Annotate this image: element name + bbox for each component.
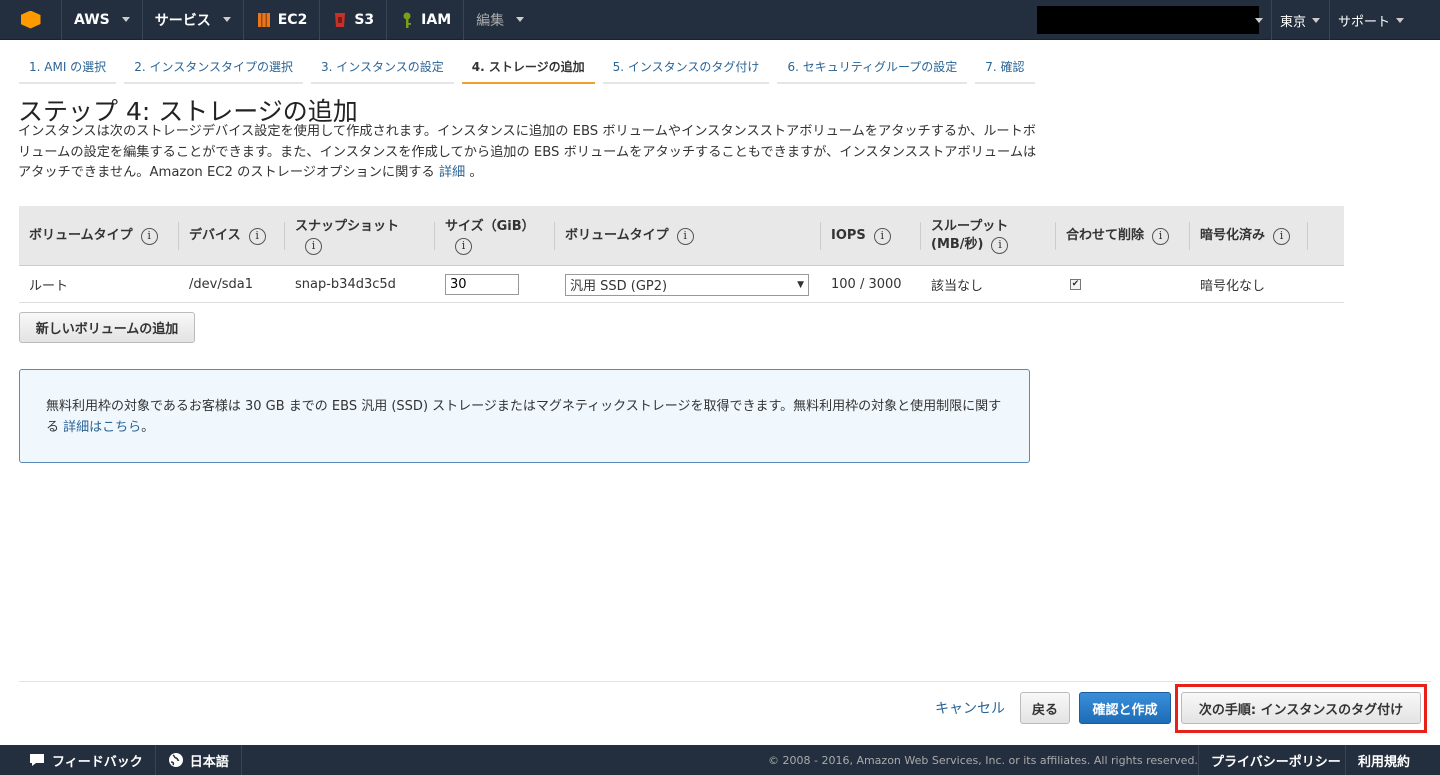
divider (19, 681, 1431, 682)
edit-menu[interactable]: 編集 (464, 0, 536, 40)
col-device: デバイス i (179, 206, 285, 266)
cancel-link[interactable]: キャンセル (935, 698, 1005, 718)
col-iops: IOPS i (821, 206, 921, 266)
chevron-down-icon (1312, 17, 1321, 23)
chevron-down-icon (222, 17, 231, 22)
copyright-text: © 2008 - 2016, Amazon Web Services, Inc.… (768, 753, 1198, 767)
table-row: ルート /dev/sda1 snap-b34d3c5d 汎用 SSD (GP2)… (19, 266, 1344, 303)
info-icon[interactable]: i (991, 236, 1009, 254)
step-security-group[interactable]: 6. セキュリティグループの設定 (777, 53, 968, 84)
speech-bubble-icon (30, 754, 44, 766)
col-volume-type: ボリュームタイプ i (19, 206, 179, 266)
delete-on-termination-checkbox[interactable]: ✔ (1070, 279, 1081, 290)
free-tier-notice: 無料利用枠の対象であるお客様は 30 GB までの EBS 汎用 (SSD) ス… (19, 369, 1030, 463)
info-icon[interactable]: i (305, 237, 322, 255)
account-name-redacted[interactable] (1037, 6, 1259, 34)
iam-icon (403, 12, 412, 28)
aws-logo[interactable] (0, 0, 62, 40)
step-add-storage[interactable]: 4. ストレージの追加 (461, 53, 595, 84)
cell-throughput: 該当なし (931, 279, 984, 294)
next-add-tags-button[interactable]: 次の手順: インスタンスのタグ付け (1181, 692, 1421, 724)
wizard-steps: 1. AMI の選択 2. インスタンスタイプの選択 3. インスタンスの設定 … (19, 53, 1043, 84)
ec2-icon (257, 12, 270, 27)
region-menu[interactable]: 東京 (1271, 0, 1328, 40)
aws-cube-icon (20, 10, 41, 29)
iam-shortcut[interactable]: IAM (387, 0, 465, 40)
col-size: サイズ（GiB） i (435, 206, 555, 266)
info-icon[interactable]: i (676, 227, 694, 245)
add-volume-button[interactable]: 新しいボリュームの追加 (19, 312, 195, 343)
support-menu[interactable]: サポート (1329, 0, 1412, 40)
chevron-down-icon (121, 17, 130, 22)
step-tag-instance[interactable]: 5. インスタンスのタグ付け (602, 53, 770, 84)
step-ami[interactable]: 1. AMI の選択 (19, 53, 117, 84)
free-tier-link[interactable]: 詳細はこちら (63, 420, 141, 435)
language-selector[interactable]: 日本語 (156, 745, 242, 775)
cell-snapshot: snap-b34d3c5d (295, 277, 396, 292)
cell-encrypted: 暗号化なし (1200, 279, 1266, 294)
back-button[interactable]: 戻る (1020, 692, 1070, 724)
terms-link[interactable]: 利用規約 (1345, 745, 1422, 775)
info-icon[interactable]: i (140, 227, 158, 245)
info-icon[interactable]: i (248, 227, 266, 245)
s3-icon (335, 12, 346, 27)
info-icon[interactable]: i (873, 227, 891, 245)
storage-options-link[interactable]: 詳細 (439, 165, 465, 180)
cell-device: /dev/sda1 (189, 277, 253, 292)
globe-icon (168, 753, 183, 767)
step-instance-type[interactable]: 2. インスタンスタイプの選択 (124, 53, 303, 84)
col-volume-type-2: ボリュームタイプ i (555, 206, 821, 266)
chevron-down-icon (1396, 17, 1405, 23)
info-icon[interactable]: i (1273, 227, 1291, 245)
dropdown-arrow-icon: ▼ (797, 279, 804, 290)
ec2-shortcut[interactable]: EC2 (244, 0, 321, 40)
chevron-down-icon (516, 17, 525, 22)
col-snapshot: スナップショット i (285, 206, 435, 266)
col-encrypted: 暗号化済み i (1190, 206, 1308, 266)
cell-volume-type: ルート (29, 279, 69, 294)
volume-type-select[interactable]: 汎用 SSD (GP2) ▼ (565, 273, 809, 296)
page-description: インスタンスは次のストレージデバイス設定を使用して作成されます。インスタンスに追… (18, 124, 1037, 180)
table-header: ボリュームタイプ i デバイス i スナップショット i サイズ（GiB） i ボリュー… (19, 206, 1344, 266)
size-input[interactable] (445, 274, 519, 295)
services-menu[interactable]: サービス (143, 0, 244, 40)
info-icon[interactable]: i (1152, 227, 1170, 245)
privacy-policy-link[interactable]: プライバシーポリシー (1198, 745, 1353, 775)
step-configure-instance[interactable]: 3. インスタンスの設定 (310, 53, 454, 84)
step-review[interactable]: 7. 確認 (975, 53, 1035, 84)
feedback-button[interactable]: フィードバック (0, 745, 156, 775)
s3-shortcut[interactable]: S3 (320, 0, 388, 40)
aws-menu[interactable]: AWS (62, 0, 143, 40)
review-and-launch-button[interactable]: 確認と作成 (1079, 692, 1171, 724)
info-icon[interactable]: i (455, 237, 472, 255)
col-throughput: スループット (MB/秒) i (921, 206, 1056, 266)
account-menu-caret[interactable] (1247, 0, 1269, 40)
cell-iops: 100 / 3000 (831, 277, 902, 292)
col-delete-on-termination: 合わせて削除 i (1056, 206, 1190, 266)
chevron-down-icon (1255, 17, 1263, 23)
